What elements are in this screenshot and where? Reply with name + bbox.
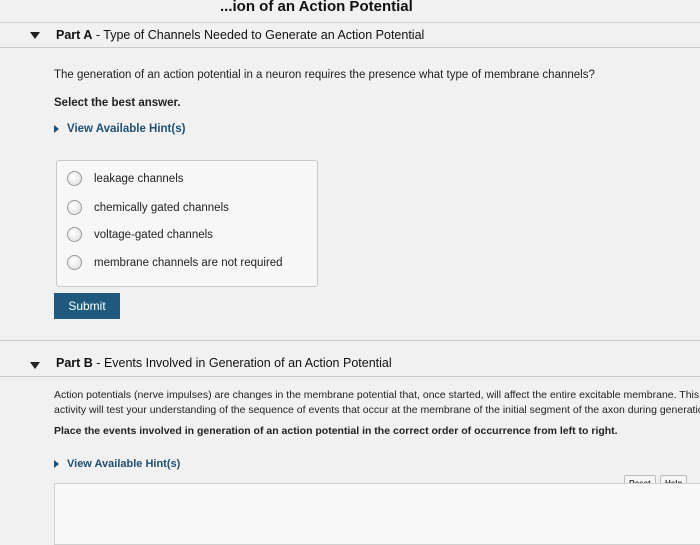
header-divider: [0, 22, 700, 23]
part-a-question: The generation of an action potential in…: [54, 69, 595, 81]
part-a-instruction: Select the best answer.: [54, 97, 181, 109]
part-a-title: Type of Channels Needed to Generate an A…: [103, 28, 425, 42]
part-b-intro-line-1: Action potentials (nerve impulses) are c…: [54, 389, 700, 401]
option-chemically-gated-channels[interactable]: chemically gated channels: [67, 200, 229, 215]
option-voltage-gated-channels[interactable]: voltage-gated channels: [67, 227, 213, 242]
ordering-drop-area[interactable]: [54, 483, 700, 545]
part-b-heading: Part B - Events Involved in Generation o…: [56, 356, 392, 370]
option-label: membrane channels are not required: [94, 256, 283, 269]
part-b-title: Events Involved in Generation of an Acti…: [103, 356, 392, 370]
option-label: voltage-gated channels: [94, 228, 213, 241]
option-label: leakage channels: [94, 172, 184, 185]
part-a-hint-label: View Available Hint(s): [67, 123, 186, 135]
part-a-divider: [0, 47, 700, 48]
part-b-label: Part B: [56, 356, 93, 370]
option-label: chemically gated channels: [94, 201, 229, 214]
part-b-divider: [0, 376, 700, 377]
part-b-instruction: Place the events involved in generation …: [54, 425, 618, 437]
radio-button[interactable]: [67, 255, 82, 270]
part-b-hint-toggle[interactable]: View Available Hint(s): [54, 458, 180, 470]
submit-button[interactable]: Submit: [54, 293, 120, 319]
part-a-hint-toggle[interactable]: View Available Hint(s): [54, 123, 185, 135]
hint-expand-icon: [54, 125, 59, 133]
part-b-collapse-icon[interactable]: [30, 362, 40, 369]
part-a-collapse-icon[interactable]: [30, 32, 40, 39]
part-b-intro-line-2: activity will test your understanding of…: [54, 404, 700, 416]
hint-expand-icon: [54, 460, 59, 468]
assignment-title: ...ion of an Action Potential: [220, 0, 413, 15]
radio-button[interactable]: [67, 200, 82, 215]
part-a-label: Part A: [56, 28, 93, 42]
answer-options: leakage channels chemically gated channe…: [56, 160, 318, 287]
radio-button[interactable]: [67, 227, 82, 242]
option-membrane-channels-not-required[interactable]: membrane channels are not required: [67, 255, 283, 270]
part-b-hint-label: View Available Hint(s): [67, 458, 181, 470]
option-leakage-channels[interactable]: leakage channels: [67, 171, 184, 186]
part-separator: [0, 340, 700, 341]
radio-button[interactable]: [67, 171, 82, 186]
part-a-heading: Part A - Type of Channels Needed to Gene…: [56, 28, 425, 42]
